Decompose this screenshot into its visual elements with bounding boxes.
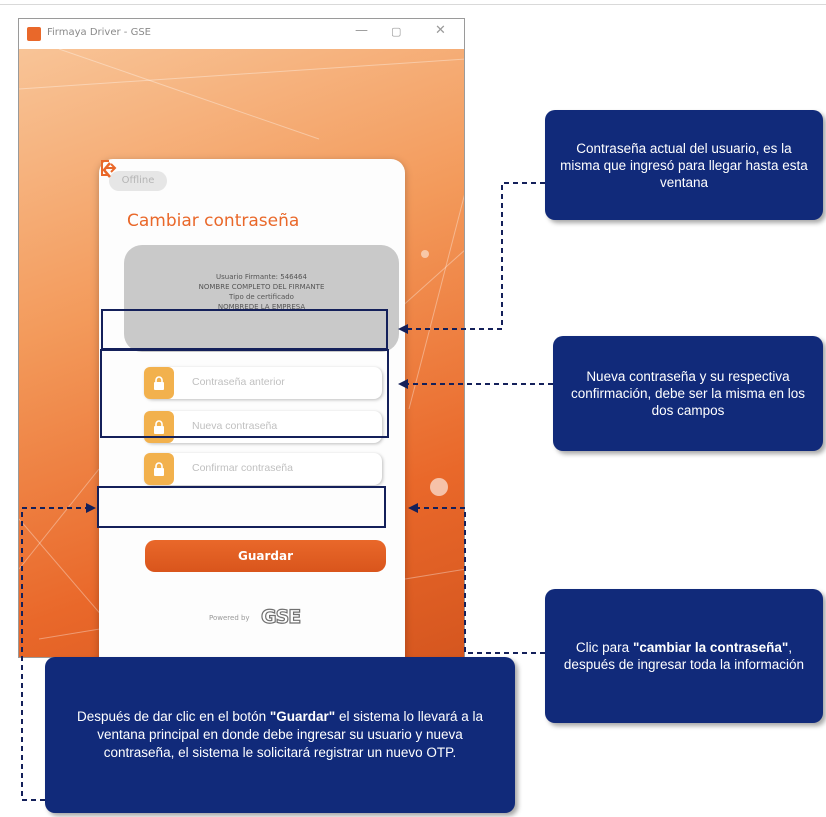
callout-new-password-text: Nueva contraseña y su respectiva confirm… [570, 369, 806, 418]
callout-save-bold: "cambiar la contraseña" [632, 640, 789, 655]
callout-after-save: Después de dar clic en el botón "Guardar… [45, 657, 515, 813]
callout-save-click: Clic para "cambiar la contraseña", despu… [545, 589, 823, 723]
callout-current-password-text: Contraseña actual del usuario, es la mis… [560, 140, 808, 190]
callout-save-prefix: Clic para [575, 640, 633, 655]
callout-new-password: Nueva contraseña y su respectiva confirm… [553, 336, 823, 451]
callout-current-password: Contraseña actual del usuario, es la mis… [545, 110, 823, 220]
callout-after-save-bold: "Guardar" [269, 709, 336, 724]
callout-after-save-prefix: Después de dar clic en el botón [76, 709, 270, 724]
